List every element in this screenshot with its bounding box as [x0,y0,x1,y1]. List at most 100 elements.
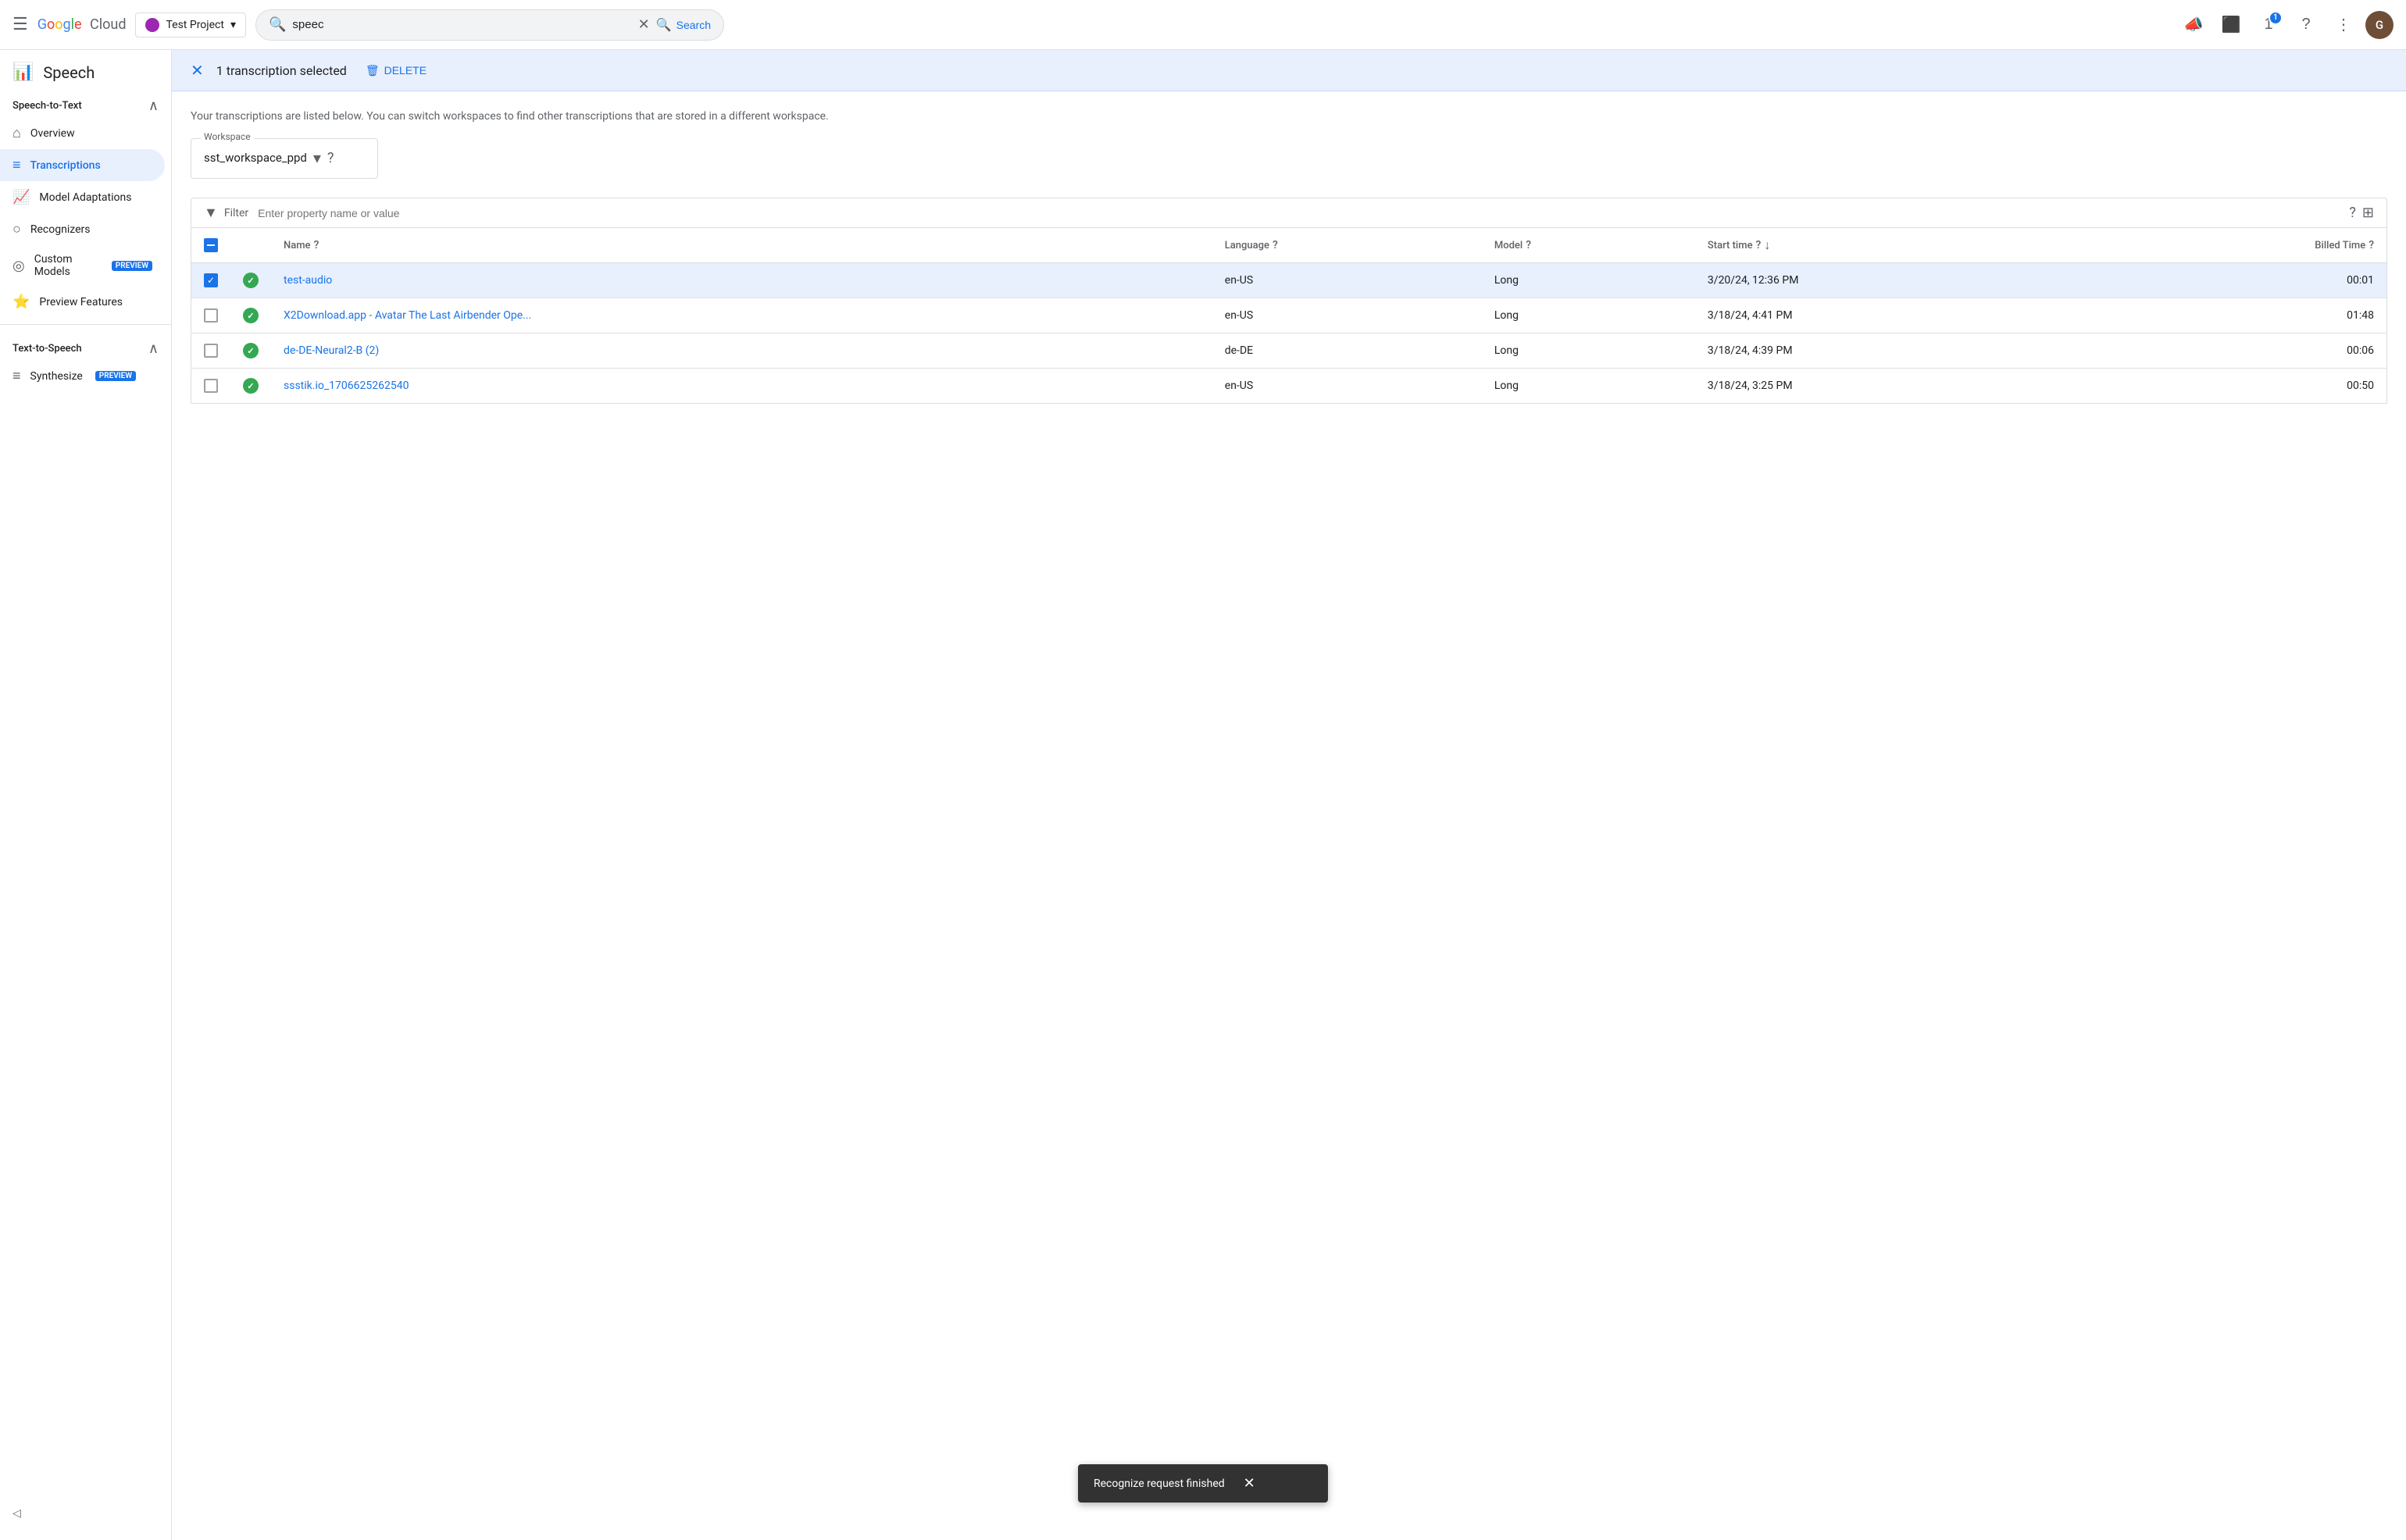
nav-icons: 📣 ⬛ 1 1 ? ⋮ G [2178,9,2394,41]
row-2-language: de-DE [1212,333,1482,369]
row-3-model: Long [1482,369,1695,404]
search-clear-icon[interactable]: ✕ [638,16,650,33]
project-chevron: ▾ [230,19,236,31]
selection-bar: ✕ 1 transcription selected 🗑 DELETE [172,50,2406,91]
row-3-name-link[interactable]: ssstik.io_1706625262540 [284,380,409,392]
row-1-model: Long [1482,298,1695,333]
select-all-checkbox[interactable] [204,238,218,252]
workspace-dropdown-icon[interactable]: ▾ [313,148,321,167]
row-2-billed-time: 00:06 [2095,333,2386,369]
transcriptions-table: Name ? Language ? Model [191,228,2387,404]
search-icon-btn: 🔍 [656,17,672,33]
table-toolbar: ▼ Filter ? ⊞ [191,198,2387,228]
announcement-button[interactable]: 📣 [2178,9,2209,41]
row-3-status-dot [243,378,259,394]
start-time-help-icon[interactable]: ? [1756,239,1762,251]
th-language: Language ? [1212,228,1482,263]
name-help-icon[interactable]: ? [314,239,319,251]
sidebar: 📊 Speech Speech-to-Text ∧ ⌂ Overview ≡ T… [0,50,172,1540]
deselect-icon[interactable]: ✕ [191,61,204,80]
sidebar-item-synthesize[interactable]: ≡ Synthesize PREVIEW [0,360,165,392]
content-area: Your transcriptions are listed below. Yo… [172,91,2406,1540]
sort-descending-icon[interactable]: ↓ [1764,237,1770,253]
row-3-name-cell: ssstik.io_1706625262540 [271,369,1212,404]
search-input[interactable] [292,18,631,31]
main-content: ✕ 1 transcription selected 🗑 DELETE Your… [172,50,2406,1540]
top-nav: ☰ Google Cloud Test Project ▾ 🔍 ✕ 🔍 Sear… [0,0,2406,50]
th-billed-time: Billed Time ? [2095,228,2386,263]
synthesize-preview-badge: PREVIEW [95,371,136,381]
custom-models-preview-badge: PREVIEW [112,261,152,271]
preview-features-label: Preview Features [39,296,123,308]
user-avatar[interactable]: G [2365,11,2394,39]
row-0-language: en-US [1212,263,1482,298]
workspace-label: Workspace [201,131,254,142]
synthesize-icon: ≡ [12,368,21,384]
language-help-icon[interactable]: ? [1273,239,1278,251]
billed-time-help-icon[interactable]: ? [2369,239,2374,251]
app-icon: 📊 [12,62,34,82]
table-columns-icon[interactable]: ⊞ [2362,205,2374,221]
search-button[interactable]: 🔍 Search [656,17,711,33]
row-2-checkbox[interactable] [204,344,218,358]
terminal-button[interactable]: ⬛ [2215,9,2247,41]
filter-input[interactable] [258,207,2349,219]
recognizers-label: Recognizers [30,223,91,236]
row-3-checkbox[interactable] [204,379,218,393]
workspace-value: sst_workspace_ppd [204,151,307,165]
th-start-time: Start time ? ↓ [1695,228,2095,263]
th-model: Model ? [1482,228,1695,263]
row-1-checkbox[interactable] [204,308,218,323]
project-selector[interactable]: Test Project ▾ [135,12,246,37]
model-help-icon[interactable]: ? [1526,239,1531,251]
sidebar-item-overview[interactable]: ⌂ Overview [0,117,165,149]
table-help-icon[interactable]: ? [2349,205,2356,221]
row-0-start-time: 3/20/24, 12:36 PM [1695,263,2095,298]
snackbar: Recognize request finished ✕ [1078,1464,1328,1503]
row-1-checkbox-cell [191,298,231,333]
help-button[interactable]: ? [2290,9,2322,41]
preview-features-icon: ⭐ [12,294,30,310]
search-bar: 🔍 ✕ 🔍 Search [255,9,724,41]
search-icon: 🔍 [269,16,286,33]
sidebar-item-transcriptions[interactable]: ≡ Transcriptions [0,149,165,181]
project-dot [145,18,159,32]
custom-models-label: Custom Models [34,253,99,278]
row-3-status-cell [230,369,271,404]
snackbar-close-button[interactable]: ✕ [1244,1475,1255,1492]
tts-chevron[interactable]: ∧ [148,340,159,357]
transcriptions-icon: ≡ [12,157,21,173]
filter-label: Filter [224,207,248,219]
row-3-language: en-US [1212,369,1482,404]
row-0-name-link[interactable]: test-audio [284,274,332,287]
row-3-checkbox-cell [191,369,231,404]
more-options-button[interactable]: ⋮ [2328,9,2359,41]
row-0-checkbox[interactable] [204,273,218,287]
delete-button[interactable]: 🗑 DELETE [366,64,427,77]
model-adaptations-icon: 📈 [12,189,30,205]
row-0-model: Long [1482,263,1695,298]
row-2-name-link[interactable]: de-DE-Neural2-B (2) [284,344,379,357]
collapse-sidebar-button[interactable]: ◁ [0,1499,171,1528]
sidebar-item-preview-features[interactable]: ⭐ Preview Features [0,286,165,318]
table-row: X2Download.app - Avatar The Last Airbend… [191,298,2387,333]
recognizers-icon: ○ [12,221,21,237]
menu-icon[interactable]: ☰ [12,15,28,34]
sidebar-item-model-adaptations[interactable]: 📈 Model Adaptations [0,181,165,213]
table-row: ssstik.io_1706625262540en-USLong3/18/24,… [191,369,2387,404]
stt-section-label: Speech-to-Text ∧ [0,88,171,117]
custom-models-icon: ◎ [12,258,25,274]
notification-button-wrap: 1 1 [2253,9,2284,41]
row-0-billed-time: 00:01 [2095,263,2386,298]
app-body: 📊 Speech Speech-to-Text ∧ ⌂ Overview ≡ T… [0,50,2406,1540]
model-adaptations-label: Model Adaptations [39,191,131,204]
sidebar-item-recognizers[interactable]: ○ Recognizers [0,213,165,245]
table-row: de-DE-Neural2-B (2)de-DELong3/18/24, 4:3… [191,333,2387,369]
workspace-help-icon[interactable]: ? [327,150,334,166]
stt-chevron[interactable]: ∧ [148,98,159,114]
row-1-name-link[interactable]: X2Download.app - Avatar The Last Airbend… [284,309,531,322]
row-0-status-dot [243,273,259,288]
transcriptions-label: Transcriptions [30,159,101,172]
sidebar-item-custom-models[interactable]: ◎ Custom Models PREVIEW [0,245,165,286]
table-header-row: Name ? Language ? Model [191,228,2387,263]
